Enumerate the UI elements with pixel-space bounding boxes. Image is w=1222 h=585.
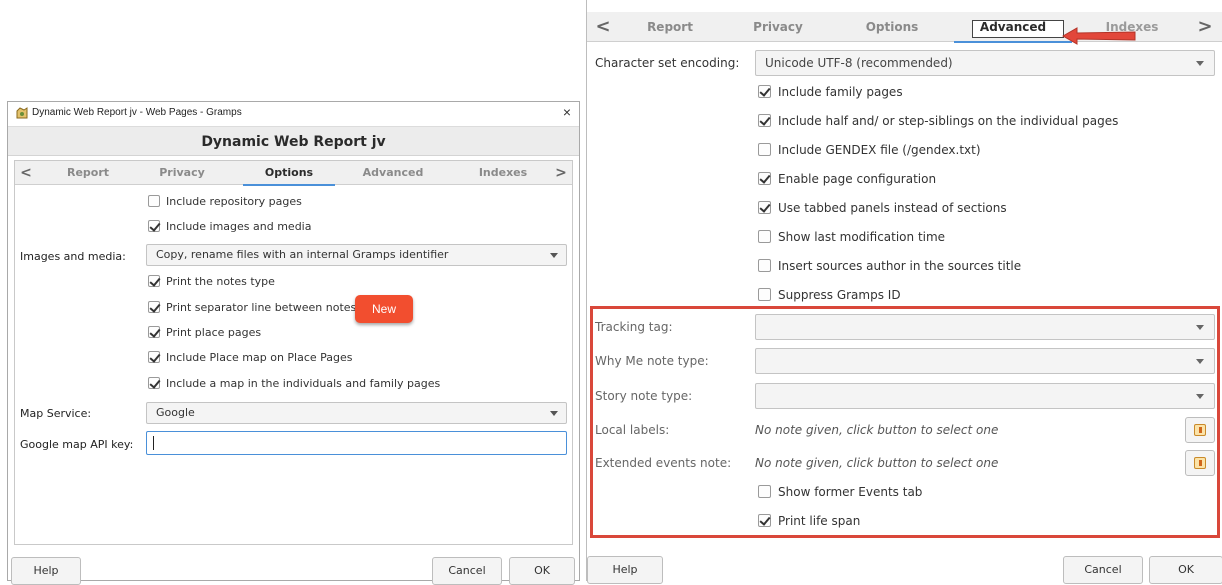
dropdown-value: Google (156, 406, 195, 419)
checkbox-unchecked[interactable] (758, 230, 771, 243)
api-key-label: Google map API key: (20, 438, 134, 451)
chevron-right-icon[interactable]: > (1195, 12, 1215, 42)
tab-indexes[interactable]: Indexes (468, 161, 538, 185)
include-repository-pages-checkbox[interactable]: Include repository pages (148, 193, 302, 211)
checkbox-checked[interactable] (148, 220, 160, 232)
tab-report[interactable]: Report (635, 12, 705, 42)
images-media-dropdown[interactable]: Copy, rename files with an internal Gram… (146, 244, 567, 266)
include-half-siblings-checkbox[interactable]: Include half and/ or step-siblings on th… (758, 111, 1118, 131)
tabbed-panels-checkbox[interactable]: Use tabbed panels instead of sections (758, 198, 1007, 218)
tab-privacy[interactable]: Privacy (745, 12, 811, 42)
text-cursor (153, 436, 154, 450)
print-separator-line-checkbox[interactable]: Print separator line between notes (148, 299, 356, 317)
advanced-options-panel: < Report Privacy Options Advanced Indexe… (586, 0, 1222, 584)
checkbox-label: Show last modification time (778, 230, 946, 244)
checkbox-checked[interactable] (758, 201, 771, 214)
charset-dropdown[interactable]: Unicode UTF-8 (recommended) (755, 50, 1215, 76)
include-place-map-checkbox[interactable]: Include Place map on Place Pages (148, 349, 353, 367)
options-notebook: < Report Privacy Options Advanced Indexe… (14, 160, 573, 545)
tab-advanced[interactable]: Advanced (353, 161, 433, 185)
tab-options[interactable]: Options (243, 161, 335, 186)
include-images-media-checkbox[interactable]: Include images and media (148, 218, 311, 236)
checkbox-checked[interactable] (148, 326, 160, 338)
show-modification-time-checkbox[interactable]: Show last modification time (758, 227, 945, 247)
checkbox-label: Include GENDEX file (/gendex.txt) (778, 143, 981, 157)
new-badge: New (355, 295, 413, 323)
window-title: Dynamic Web Report jv - Web Pages - Gram… (32, 107, 242, 118)
checkbox-checked[interactable] (758, 85, 771, 98)
chevron-left-icon[interactable]: < (17, 161, 35, 185)
checkbox-label: Include half and/ or step-siblings on th… (778, 114, 1119, 128)
tab-bar: < Report Privacy Options Advanced Indexe… (15, 161, 572, 186)
dropdown-caret-icon (1196, 61, 1204, 66)
red-arrow-annotation-icon (1061, 27, 1136, 45)
checkbox-unchecked[interactable] (148, 195, 160, 207)
help-button[interactable]: Help (587, 556, 663, 584)
dropdown-value: Unicode UTF-8 (recommended) (765, 56, 953, 70)
cancel-button[interactable]: Cancel (1063, 556, 1143, 584)
checkbox-label: Print the notes type (166, 275, 275, 288)
checkbox-label: Include images and media (166, 220, 312, 233)
checkbox-label: Print separator line between notes (166, 301, 357, 314)
charset-label: Character set encoding: (595, 56, 740, 70)
close-icon[interactable]: × (563, 104, 571, 120)
suppress-gramps-id-checkbox[interactable]: Suppress Gramps ID (758, 285, 901, 305)
dropdown-caret-icon (550, 411, 558, 416)
print-notes-type-checkbox[interactable]: Print the notes type (148, 273, 275, 291)
checkbox-label: Include Place map on Place Pages (166, 351, 353, 364)
gramps-app-icon (16, 107, 28, 119)
map-service-label: Map Service: (20, 407, 92, 420)
ok-button[interactable]: OK (1149, 556, 1222, 584)
checkbox-checked[interactable] (148, 301, 160, 313)
checkbox-label: Include repository pages (166, 195, 302, 208)
checkbox-checked[interactable] (758, 114, 771, 127)
tab-bar: < Report Privacy Options Advanced Indexe… (587, 12, 1222, 45)
checkbox-unchecked[interactable] (758, 288, 771, 301)
chevron-left-icon[interactable]: < (593, 12, 613, 42)
tab-advanced[interactable]: Advanced (954, 12, 1072, 43)
print-place-pages-checkbox[interactable]: Print place pages (148, 324, 261, 342)
tab-privacy[interactable]: Privacy (149, 161, 215, 185)
checkbox-label: Suppress Gramps ID (778, 288, 901, 302)
dropdown-caret-icon (550, 253, 558, 258)
include-family-pages-checkbox[interactable]: Include family pages (758, 82, 903, 102)
checkbox-checked[interactable] (148, 275, 160, 287)
tab-options[interactable]: Options (849, 12, 935, 42)
checkbox-label: Use tabbed panels instead of sections (778, 201, 1007, 215)
new-options-highlight-frame (590, 306, 1220, 538)
checkbox-checked[interactable] (758, 172, 771, 185)
enable-page-config-checkbox[interactable]: Enable page configuration (758, 169, 936, 189)
checkbox-checked[interactable] (148, 351, 160, 363)
sources-author-checkbox[interactable]: Insert sources author in the sources tit… (758, 256, 1021, 276)
dialog-header: Dynamic Web Report jv (8, 126, 579, 156)
checkbox-label: Enable page configuration (778, 172, 937, 186)
images-media-label: Images and media: (20, 250, 126, 263)
api-key-input[interactable] (146, 431, 567, 455)
map-service-dropdown[interactable]: Google (146, 402, 567, 424)
report-dialog-window: Dynamic Web Report jv - Web Pages - Gram… (7, 101, 580, 585)
tab-report[interactable]: Report (53, 161, 123, 185)
include-gendex-checkbox[interactable]: Include GENDEX file (/gendex.txt) (758, 140, 981, 160)
checkbox-label: Insert sources author in the sources tit… (778, 259, 1022, 273)
checkbox-checked[interactable] (148, 377, 160, 389)
dropdown-value: Copy, rename files with an internal Gram… (156, 248, 449, 261)
checkbox-unchecked[interactable] (758, 259, 771, 272)
checkbox-label: Include a map in the individuals and fam… (166, 377, 441, 390)
checkbox-label: Include family pages (778, 85, 903, 99)
checkbox-unchecked[interactable] (758, 143, 771, 156)
include-map-individuals-checkbox[interactable]: Include a map in the individuals and fam… (148, 375, 440, 393)
checkbox-label: Print place pages (166, 326, 262, 339)
chevron-right-icon[interactable]: > (552, 161, 570, 185)
title-bar: Dynamic Web Report jv - Web Pages - Gram… (8, 102, 579, 126)
